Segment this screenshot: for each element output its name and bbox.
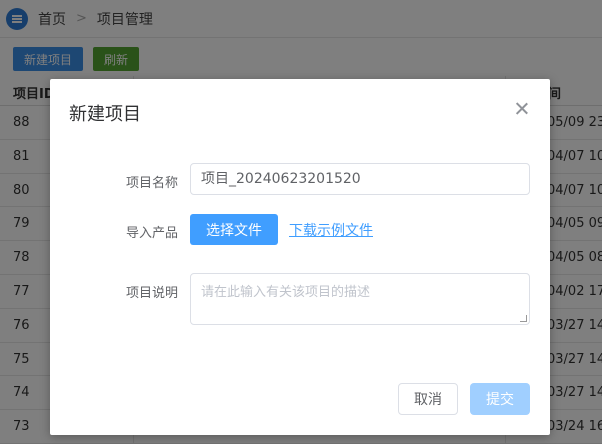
project-description-textarea[interactable]: 请在此输入有关该项目的描述 [190,273,530,325]
project-name-label: 项目名称 [125,176,178,191]
close-icon[interactable] [514,101,530,117]
resize-handle-icon[interactable] [520,315,527,322]
textarea-placeholder: 请在此输入有关该项目的描述 [201,285,371,300]
dialog-title: 新建项目 [69,104,141,125]
submit-button[interactable]: 提交 [470,383,530,415]
cancel-button[interactable]: 取消 [398,383,458,415]
download-example-link[interactable]: 下载示例文件 [289,220,373,240]
import-product-label: 导入产品 [125,226,178,241]
choose-file-button[interactable]: 选择文件 [190,214,278,245]
project-name-input[interactable]: 项目_20240623201520 [190,163,530,195]
new-project-dialog: 新建项目 项目名称 项目_20240623201520 导入产品 选择文件 下载… [50,79,550,435]
project-description-label: 项目说明 [125,286,178,301]
